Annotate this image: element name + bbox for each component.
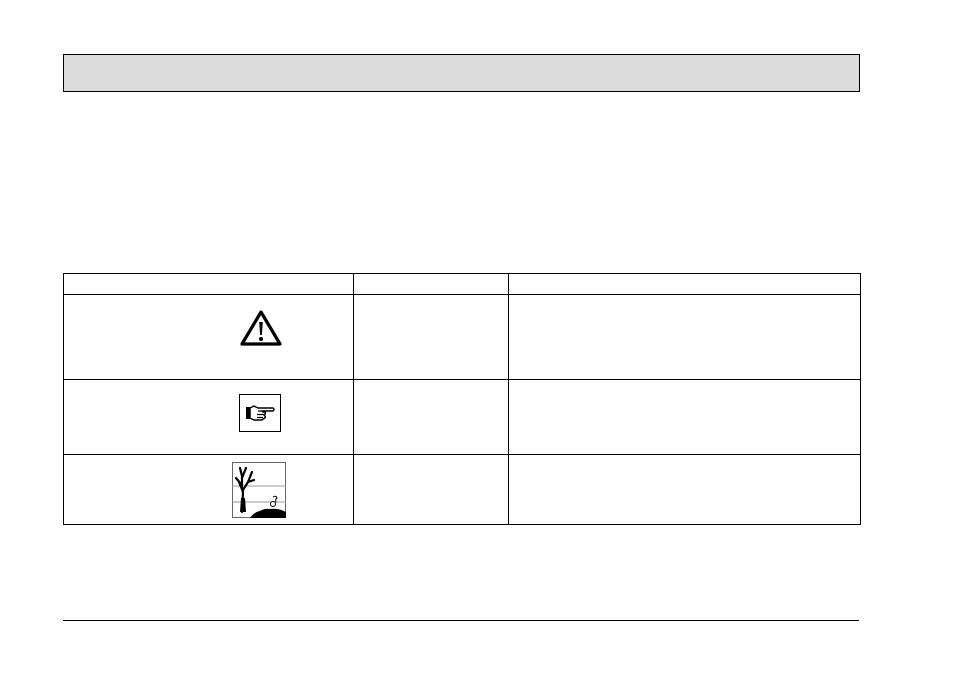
table-header-row [63,273,861,295]
symbol-cell [63,294,354,380]
environment-tree-icon [232,462,286,518]
table-row [63,379,861,455]
meaning-cell [353,294,509,380]
description-cell [508,454,861,525]
table-row [63,454,861,525]
column-header-description [508,273,861,295]
pointing-hand-icon [239,394,281,432]
warning-triangle-icon [240,310,282,346]
footer-divider [63,620,859,621]
section-header-bar [63,54,860,92]
meaning-cell [353,379,509,455]
meaning-cell [353,454,509,525]
description-cell [508,379,861,455]
table-row [63,294,861,380]
symbol-cell [63,454,354,525]
symbol-cell [63,379,354,455]
description-cell [508,294,861,380]
column-header-meaning [353,273,509,295]
symbols-table [63,273,861,525]
column-header-symbol [63,273,354,295]
